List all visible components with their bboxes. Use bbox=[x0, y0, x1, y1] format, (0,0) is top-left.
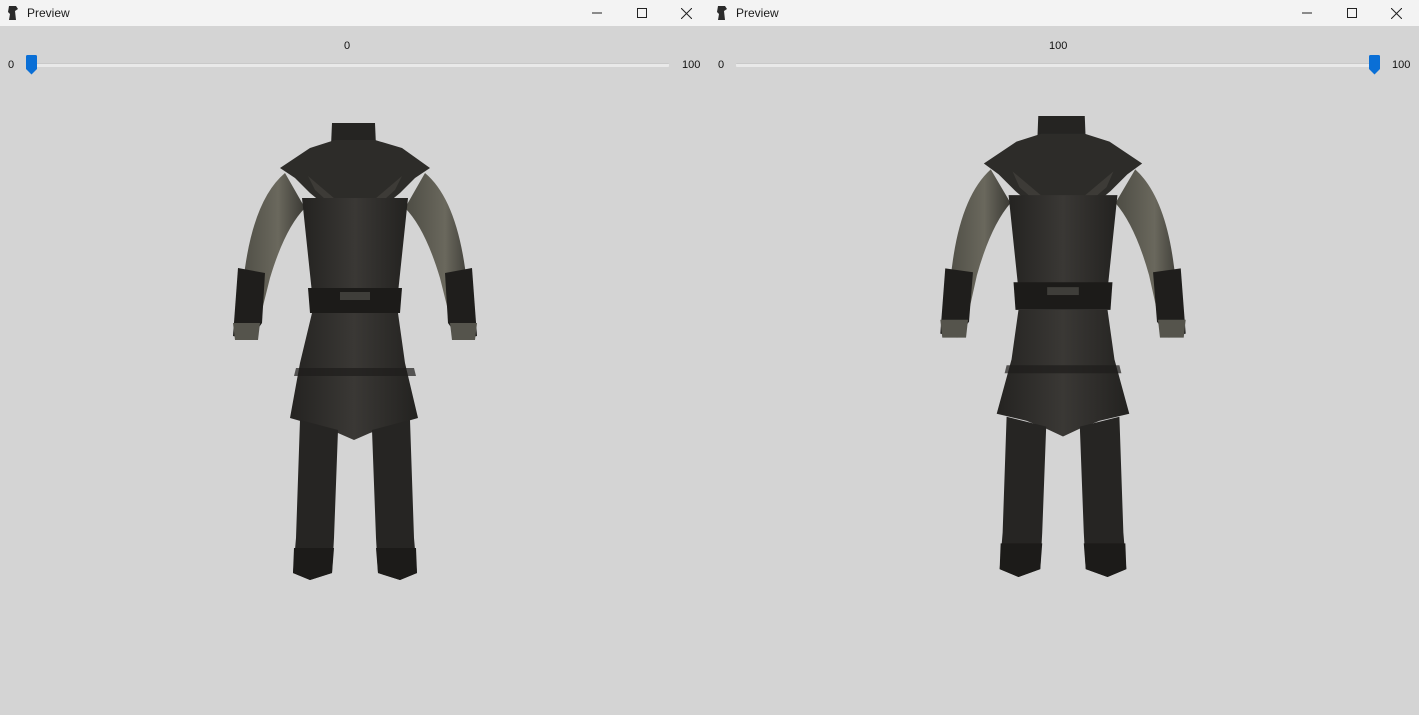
title-bar[interactable]: Preview bbox=[709, 0, 1419, 26]
slider-track[interactable] bbox=[26, 63, 669, 67]
maximize-icon bbox=[636, 8, 647, 18]
slider-value-label: 100 bbox=[1049, 40, 1068, 52]
maximize-icon bbox=[1346, 8, 1357, 18]
slider-max-label: 100 bbox=[1392, 59, 1411, 71]
close-icon bbox=[1391, 7, 1402, 19]
close-icon bbox=[681, 7, 692, 19]
slider-track[interactable] bbox=[736, 63, 1379, 67]
slider-thumb-icon[interactable] bbox=[26, 55, 37, 75]
minimize-icon bbox=[591, 12, 602, 14]
title-bar[interactable]: Preview bbox=[0, 0, 709, 26]
minimize-icon bbox=[1301, 12, 1312, 14]
desktop: Preview 0 0 100 Preview 100 0 100 bbox=[0, 0, 1419, 715]
slider-max-label: 100 bbox=[682, 59, 701, 71]
maximize-button[interactable] bbox=[1329, 0, 1374, 26]
minimize-button[interactable] bbox=[1284, 0, 1329, 26]
maximize-button[interactable] bbox=[619, 0, 664, 26]
window-title: Preview bbox=[736, 6, 779, 20]
slider-thumb-icon[interactable] bbox=[1369, 55, 1380, 75]
armor-model-preview bbox=[940, 115, 1186, 578]
preview-window-right: Preview 100 0 100 bbox=[709, 0, 1419, 715]
armor-model-preview bbox=[233, 123, 477, 580]
preview-window-left: Preview 0 0 100 bbox=[0, 0, 709, 715]
close-button[interactable] bbox=[664, 0, 709, 26]
close-button[interactable] bbox=[1374, 0, 1419, 26]
app-icon bbox=[8, 6, 18, 20]
slider-min-label: 0 bbox=[718, 59, 725, 71]
slider-min-label: 0 bbox=[8, 59, 15, 71]
minimize-button[interactable] bbox=[574, 0, 619, 26]
window-title: Preview bbox=[27, 6, 70, 20]
app-icon bbox=[717, 6, 727, 20]
slider-value-label: 0 bbox=[344, 40, 351, 52]
